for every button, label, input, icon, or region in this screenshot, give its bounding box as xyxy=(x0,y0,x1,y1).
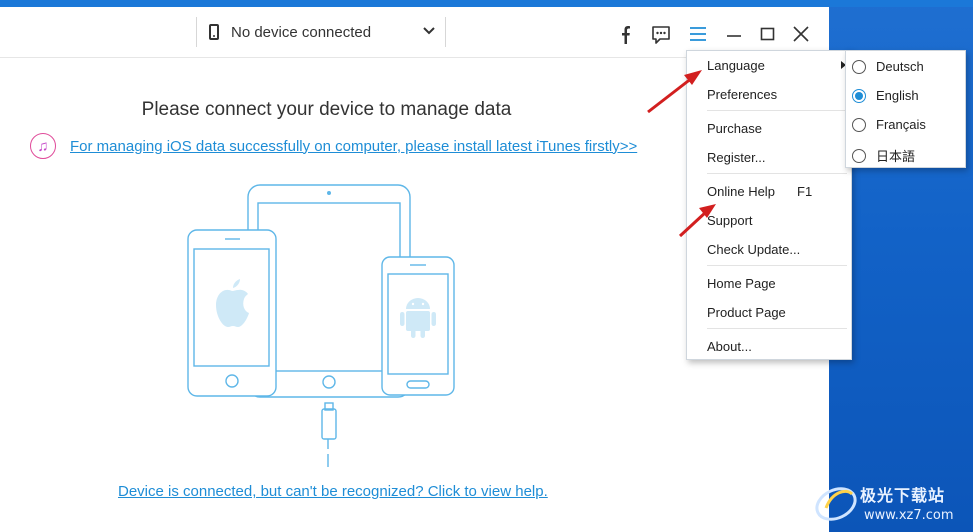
menu-separator xyxy=(707,110,847,111)
device-selector[interactable]: No device connected xyxy=(196,17,446,47)
language-option-francais[interactable]: Français xyxy=(852,117,926,132)
menu-separator xyxy=(707,328,847,329)
radio-icon xyxy=(852,59,866,74)
menu-separator xyxy=(707,173,847,174)
language-option-japanese[interactable]: 日本語 xyxy=(852,146,915,165)
menu-item-home-page[interactable]: Home Page xyxy=(707,276,776,291)
watermark-url: www.xz7.com xyxy=(864,508,954,523)
desktop-top-strip xyxy=(0,0,973,7)
radio-icon xyxy=(852,148,866,163)
devices-illustration xyxy=(187,184,455,467)
language-option-english[interactable]: English xyxy=(852,88,919,103)
itunes-install-link[interactable]: For managing iOS data successfully on co… xyxy=(70,138,637,155)
page-title: Please connect your device to manage dat… xyxy=(141,99,512,120)
language-option-label: 日本語 xyxy=(876,149,916,164)
device-selector-label: No device connected xyxy=(231,23,372,41)
menu-item-online-help-shortcut: F1 xyxy=(797,184,813,199)
device-help-link[interactable]: Device is connected, but can't be recogn… xyxy=(118,483,548,500)
facebook-icon[interactable] xyxy=(618,25,634,45)
menu-separator xyxy=(707,265,847,266)
chat-icon[interactable] xyxy=(651,25,671,45)
phone-icon xyxy=(209,24,219,40)
menu-item-preferences[interactable]: Preferences xyxy=(707,87,777,102)
menu-item-register[interactable]: Register... xyxy=(707,150,766,165)
maximize-icon[interactable] xyxy=(759,25,777,43)
watermark-text: 极光下载站 xyxy=(860,486,946,505)
itunes-install-link-row: ♫ For managing iOS data successfully on … xyxy=(30,133,637,159)
radio-icon xyxy=(852,117,866,132)
menu-item-purchase[interactable]: Purchase xyxy=(707,121,762,136)
language-option-label: English xyxy=(876,88,919,103)
menu-item-check-update[interactable]: Check Update... xyxy=(707,242,800,257)
chevron-down-icon xyxy=(423,27,435,35)
itunes-icon: ♫ xyxy=(30,133,56,159)
language-option-label: Deutsch xyxy=(876,59,924,74)
annotation-arrow-icon xyxy=(678,204,716,238)
menu-item-product-page[interactable]: Product Page xyxy=(707,305,786,320)
menu-item-about[interactable]: About... xyxy=(707,339,752,354)
close-icon[interactable] xyxy=(792,25,810,43)
radio-selected-icon xyxy=(852,88,866,103)
watermark-logo xyxy=(815,487,857,521)
minimize-icon[interactable] xyxy=(725,25,743,43)
language-submenu: Deutsch English Français 日本語 xyxy=(845,50,966,168)
menu-item-language[interactable]: Language xyxy=(707,58,765,73)
language-option-label: Français xyxy=(876,117,926,132)
language-option-deutsch[interactable]: Deutsch xyxy=(852,59,924,74)
hamburger-icon[interactable] xyxy=(689,25,707,43)
annotation-arrow-icon xyxy=(647,70,702,114)
